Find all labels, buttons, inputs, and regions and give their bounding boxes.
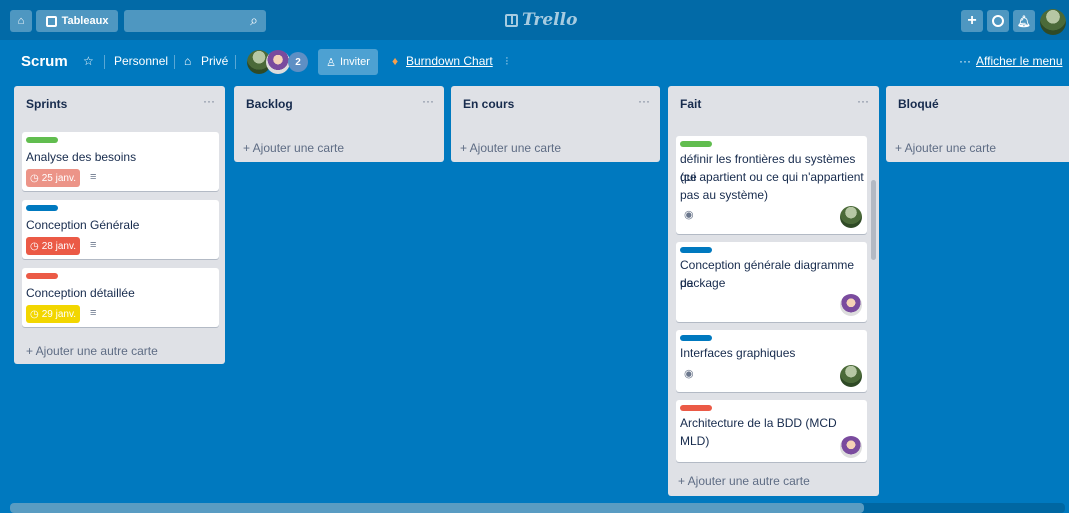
user-icon: ♙ [326, 56, 336, 69]
boards-icon [45, 15, 57, 27]
list-menu-button[interactable]: ··· [638, 94, 650, 108]
plus-icon: + [967, 12, 977, 29]
create-button[interactable]: + [961, 10, 983, 32]
info-icon [992, 15, 1004, 27]
show-menu-prefix: ··· [959, 54, 971, 68]
card[interactable]: Conception Générale ◷ 28 janv. ≡ [22, 200, 219, 259]
card-title-line: Interfaces graphiques [680, 346, 796, 360]
description-icon: ≡ [90, 171, 97, 183]
card-label-green[interactable] [26, 137, 58, 143]
clock-icon: ◷ [30, 172, 39, 184]
home-icon: ⌂ [17, 15, 25, 27]
logo-text: Trello [522, 10, 578, 30]
card-label-red[interactable] [680, 405, 712, 411]
member-avatar[interactable] [840, 206, 862, 228]
add-card-button[interactable]: + Ajouter une carte [895, 141, 996, 155]
star-icon[interactable]: ☆ [83, 54, 94, 68]
add-card-button[interactable]: + Ajouter une autre carte [26, 344, 158, 358]
card[interactable]: Conception générale diagramme de package [676, 242, 867, 322]
clock-icon: ◷ [30, 240, 39, 252]
card[interactable]: définir les frontières du systèmes (ce q… [676, 136, 867, 234]
add-card-button[interactable]: + Ajouter une carte [460, 141, 561, 155]
show-menu-link[interactable]: Afficher le menu [976, 54, 1063, 68]
card-label-blue[interactable] [680, 247, 712, 253]
description-icon: ≡ [90, 307, 97, 319]
home-button[interactable]: ⌂ [10, 10, 32, 32]
list-in-progress: En cours ··· + Ajouter une carte [451, 86, 660, 162]
member-avatar[interactable] [266, 50, 290, 74]
list-title[interactable]: Fait [680, 97, 701, 111]
lock-icon: ⌂ [184, 54, 192, 68]
due-date-badge[interactable]: ◷ 29 janv. [26, 305, 81, 323]
card[interactable]: Conception détaillée ◷ 29 janv. ≡ [22, 268, 219, 327]
list-title[interactable]: En cours [463, 97, 514, 111]
list-title[interactable]: Backlog [246, 97, 293, 111]
list-title[interactable]: Bloqué [898, 97, 939, 111]
trello-logo[interactable]: Trello [505, 10, 577, 30]
card-title: Analyse des besoins [26, 150, 137, 164]
due-date-badge[interactable]: ◷ 28 janv. [26, 237, 81, 255]
user-avatar[interactable] [1040, 9, 1066, 35]
card[interactable]: Analyse des besoins ◷ 25 janv. ≡ [22, 132, 219, 191]
list-sprints: Sprints ··· Analyse des besoins ◷ 25 jan… [14, 86, 225, 364]
list-menu-button[interactable]: ··· [203, 94, 215, 108]
list-backlog: Backlog ··· + Ajouter une carte [234, 86, 444, 162]
list-done: Fait ··· définir les frontières du systè… [668, 86, 879, 496]
due-date-label: 29 janv. [41, 308, 77, 320]
flame-icon: ♦ [392, 54, 399, 68]
board-title[interactable]: Scrum [21, 53, 68, 70]
add-card-button[interactable]: + Ajouter une carte [243, 141, 344, 155]
card-label-red[interactable] [26, 273, 58, 279]
boards-label: Tableaux [61, 15, 109, 27]
member-avatar[interactable] [840, 294, 862, 316]
card-title-line: qui apartient ou ce qui n'appartient [680, 170, 864, 184]
add-card-button[interactable]: + Ajouter une autre carte [678, 474, 810, 488]
list-title[interactable]: Sprints [26, 97, 67, 111]
member-count-badge[interactable]: 2 [288, 52, 308, 72]
list-scrollbar[interactable] [871, 180, 876, 260]
notifications-button[interactable]: 🔔︎ [1013, 10, 1035, 32]
list-menu-button[interactable]: ··· [422, 94, 434, 108]
visibility-button[interactable]: Privé [201, 54, 228, 68]
list-blocked: Bloqué + Ajouter une carte [886, 86, 1069, 162]
due-date-label: 28 janv. [41, 240, 77, 252]
watch-icon: ◉ [684, 209, 694, 221]
card-label-green[interactable] [680, 141, 712, 147]
search-input[interactable]: ⌕ [124, 10, 266, 32]
card-title-line: package [680, 276, 726, 290]
board-header: Scrum ☆ Personnel ⌂ Privé 2 ♙ Inviter ♦ … [0, 46, 1069, 78]
clock-icon: ◷ [30, 308, 39, 320]
burndown-chart-link[interactable]: Burndown Chart [406, 54, 493, 68]
divider [174, 55, 175, 69]
card-title: Conception détaillée [26, 286, 135, 300]
card-label-blue[interactable] [680, 335, 712, 341]
info-button[interactable] [987, 10, 1009, 32]
member-avatar[interactable] [840, 436, 862, 458]
list-menu-button[interactable]: ··· [857, 94, 869, 108]
boards-button[interactable]: Tableaux [36, 10, 118, 32]
search-icon: ⌕ [250, 12, 258, 28]
card-label-blue[interactable] [26, 205, 58, 211]
watch-icon: ◉ [684, 368, 694, 380]
card-title-line: Architecture de la BDD (MCD MLD) [680, 416, 837, 448]
invite-label: Inviter [339, 56, 370, 68]
trello-logo-icon [505, 13, 518, 27]
divider [235, 55, 236, 69]
due-date-label: 25 janv. [41, 172, 77, 184]
card-title-line: pas au système) [680, 188, 769, 202]
due-date-badge[interactable]: ◷ 25 janv. [26, 169, 81, 187]
description-icon: ≡ [90, 239, 97, 251]
board-scrollbar-thumb[interactable] [10, 503, 864, 513]
member-avatar[interactable] [840, 365, 862, 387]
top-header: ⌂ Tableaux ⌕ Trello + 🔔︎ [0, 0, 1069, 40]
team-visibility-button[interactable]: Personnel [114, 54, 168, 68]
card[interactable]: Architecture de la BDD (MCD MLD) [676, 400, 867, 462]
powerup-settings-icon[interactable]: ⁝ [505, 54, 509, 68]
invite-button[interactable]: ♙ Inviter [318, 49, 378, 75]
card[interactable]: Interfaces graphiques ◉ [676, 330, 867, 392]
card-title: Conception Générale [26, 218, 140, 232]
bell-icon: 🔔︎ [1017, 15, 1031, 28]
divider [104, 55, 105, 69]
